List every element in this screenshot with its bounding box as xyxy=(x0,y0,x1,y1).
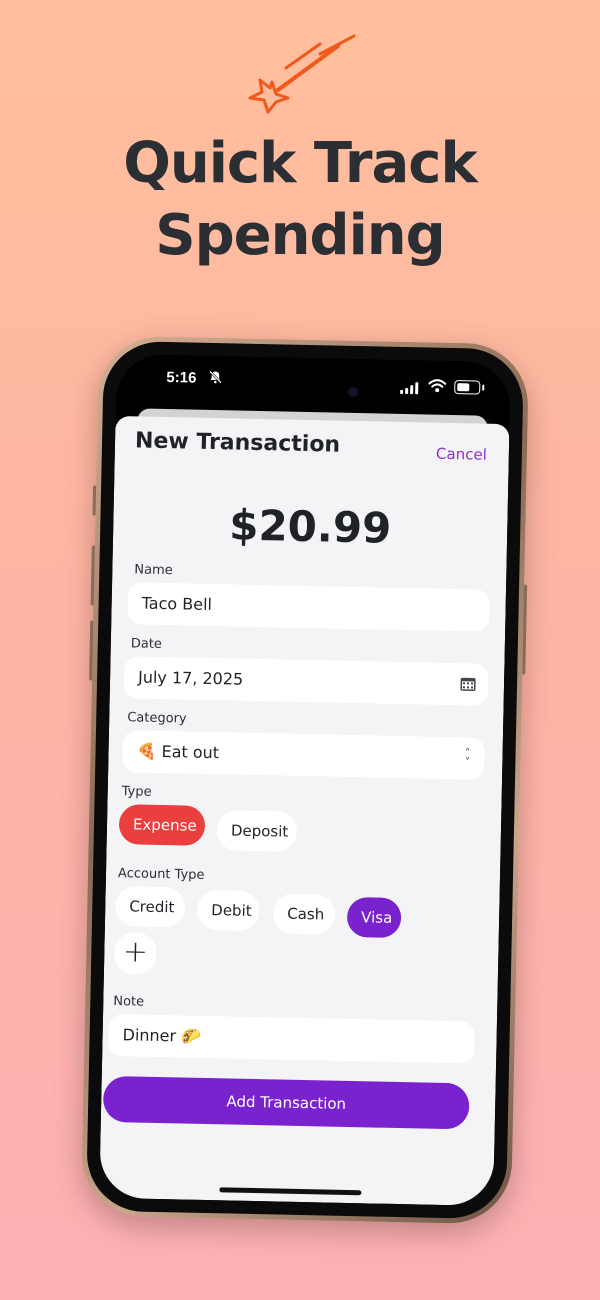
new-transaction-sheet: New Transaction Cancel $20.99 Name Taco … xyxy=(99,415,510,1207)
category-value: 🍕 Eat out xyxy=(136,741,220,763)
chevron-up-down-icon: ˄ ˅ xyxy=(464,746,471,770)
calendar-icon[interactable] xyxy=(460,676,476,692)
name-field[interactable]: Taco Bell xyxy=(127,582,491,632)
sheet-title: New Transaction xyxy=(134,428,341,458)
bell-slash-icon xyxy=(209,370,222,384)
add-account-button[interactable]: + xyxy=(113,932,157,975)
type-expense-chip[interactable]: Expense xyxy=(118,804,206,846)
account-cash-chip[interactable]: Cash xyxy=(272,893,336,935)
add-transaction-button[interactable]: Add Transaction xyxy=(102,1075,470,1130)
account-credit-chip[interactable]: Credit xyxy=(114,886,186,928)
home-indicator[interactable] xyxy=(219,1187,362,1196)
cancel-button[interactable]: Cancel xyxy=(436,445,487,464)
name-label: Name xyxy=(134,562,173,579)
type-deposit-chip[interactable]: Deposit xyxy=(216,810,298,852)
date-field[interactable]: July 17, 2025 xyxy=(123,656,489,706)
battery-icon xyxy=(454,380,485,395)
type-label: Type xyxy=(121,784,152,800)
headline-line-1: Quick Track xyxy=(123,131,478,196)
date-value: July 17, 2025 xyxy=(137,667,244,689)
category-select[interactable]: 🍕 Eat out ˄ ˅ xyxy=(122,730,485,780)
dynamic-island xyxy=(243,370,365,408)
signal-icon xyxy=(400,382,422,395)
shooting-star-logo-icon xyxy=(248,34,356,114)
amount-display[interactable]: $20.99 xyxy=(113,498,508,555)
note-field[interactable]: Dinner 🌮 xyxy=(108,1013,475,1064)
wifi-icon xyxy=(428,379,447,393)
account-visa-chip[interactable]: Visa xyxy=(346,896,402,939)
status-time: 5:16 xyxy=(166,369,197,387)
account-type-label: Account Type xyxy=(117,866,205,883)
date-label: Date xyxy=(130,636,163,652)
category-label: Category xyxy=(127,710,187,727)
headline-line-2: Spending xyxy=(155,203,446,268)
phone-screen: 5:16 New Transaction Cancel $20.99 Name … xyxy=(99,353,511,1207)
account-debit-chip[interactable]: Debit xyxy=(196,889,260,932)
phone-mockup: 5:16 New Transaction Cancel $20.99 Name … xyxy=(80,335,530,1225)
note-label: Note xyxy=(113,994,145,1010)
